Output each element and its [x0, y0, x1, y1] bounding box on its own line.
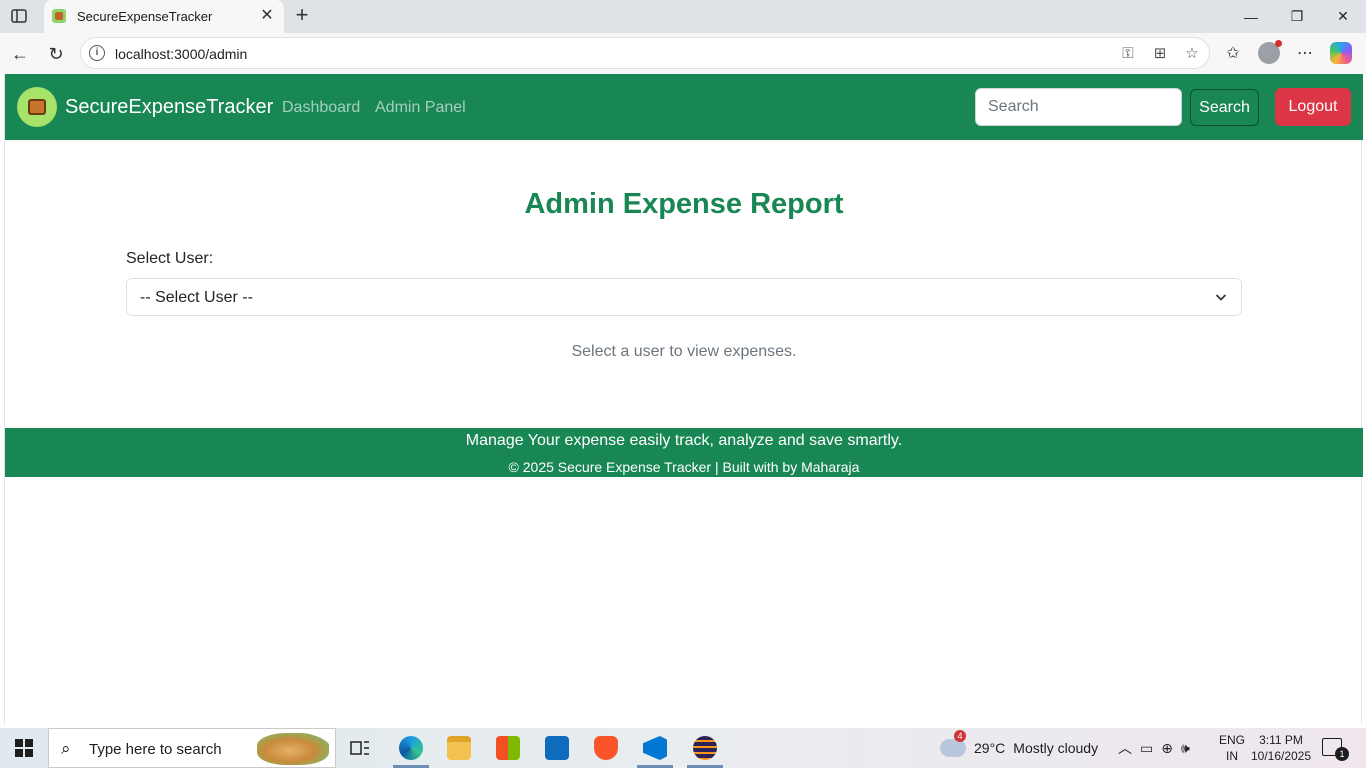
task-view-icon[interactable] [336, 728, 384, 768]
minimize-icon[interactable]: — [1228, 0, 1274, 33]
weather-badge: 4 [954, 730, 966, 742]
start-button[interactable] [0, 728, 48, 768]
back-icon[interactable]: ← [8, 42, 32, 66]
url-text[interactable]: localhost:3000/admin [115, 46, 247, 62]
weather-condition: Mostly cloudy [1013, 740, 1099, 756]
microsoft-store-icon[interactable] [484, 728, 532, 768]
app-navbar: SecureExpenseTracker Dashboard Admin Pan… [5, 74, 1363, 140]
favorites-icon[interactable]: ✩ [1222, 42, 1244, 64]
vscode-icon[interactable] [631, 728, 679, 768]
brave-browser-icon[interactable] [582, 728, 630, 768]
region-code: IN [1226, 749, 1238, 763]
file-explorer-icon[interactable] [435, 728, 483, 768]
taskbar: ⌕ Type here to search 4 29°C Mostly clou… [0, 728, 1366, 768]
more-menu-icon[interactable]: ⋯ [1294, 42, 1316, 64]
restore-icon[interactable]: ❐ [1274, 0, 1320, 33]
weather-widget[interactable]: 4 29°C Mostly cloudy [940, 728, 1098, 768]
page-viewport: SecureExpenseTracker Dashboard Admin Pan… [4, 74, 1363, 724]
brand-logo-icon[interactable] [17, 87, 57, 127]
windows-logo-icon [15, 739, 33, 757]
language-code: ENG [1219, 733, 1246, 747]
chevron-down-icon [1215, 294, 1227, 301]
logout-button[interactable]: Logout [1275, 88, 1351, 126]
nav-link-dashboard[interactable]: Dashboard [282, 99, 360, 117]
page-title: Admin Expense Report [524, 188, 844, 220]
edge-browser-icon[interactable] [387, 728, 435, 768]
user-select[interactable]: -- Select User -- [126, 278, 1242, 316]
search-button[interactable]: Search [1190, 89, 1259, 126]
close-tab-icon[interactable]: ✕ [258, 7, 276, 25]
close-window-icon[interactable]: ✕ [1320, 0, 1366, 33]
address-bar[interactable]: i localhost:3000/admin ⚿ ⊞ ☆ [80, 37, 1210, 69]
eclipse-icon[interactable] [681, 728, 729, 768]
search-input[interactable] [975, 88, 1182, 126]
browser-tab-strip: SecureExpenseTracker ✕ + — ❐ ✕ [0, 0, 1366, 33]
profile-avatar[interactable] [1258, 40, 1282, 64]
app-footer: Manage Your expense easily track, analyz… [5, 428, 1363, 477]
new-tab-icon[interactable]: + [291, 4, 313, 27]
clock-date: 10/16/2025 [1250, 749, 1312, 763]
nav-link-admin-panel[interactable]: Admin Panel [375, 99, 466, 117]
taskbar-search-text: Type here to search [89, 741, 222, 758]
favorite-star-icon[interactable]: ☆ [1183, 44, 1201, 62]
language-indicator[interactable]: ENG IN [1219, 732, 1245, 764]
copilot-icon[interactable] [1330, 42, 1352, 64]
system-tray: ︿ ▭ ⊕ 🕪 [1118, 728, 1190, 768]
sidebar-toggle-icon[interactable] [8, 6, 30, 26]
taskbar-search[interactable]: ⌕ Type here to search [48, 728, 336, 768]
key-icon[interactable]: ⚿ [1119, 44, 1137, 62]
select-user-label: Select User: [126, 250, 214, 267]
user-select-value: -- Select User -- [140, 289, 253, 306]
tab-title: SecureExpenseTracker [77, 9, 213, 24]
browser-toolbar: ← ↻ i localhost:3000/admin ⚿ ⊞ ☆ ✩ ⋯ [0, 33, 1366, 74]
clock-time: 3:11 PM [1259, 733, 1303, 747]
footer-tagline: Manage Your expense easily track, analyz… [465, 432, 903, 449]
apps-icon[interactable]: ⊞ [1151, 44, 1169, 62]
network-globe-icon[interactable]: ⊕ [1161, 740, 1173, 757]
footer-copyright: © 2025 Secure Expense Tracker | Built wi… [508, 459, 860, 475]
volume-icon[interactable]: 🕪 [1181, 740, 1190, 757]
search-highlight-image [257, 733, 329, 765]
clock[interactable]: 3:11 PM 10/16/2025 [1250, 732, 1312, 764]
browser-tab[interactable]: SecureExpenseTracker ✕ [44, 0, 284, 33]
brand-name[interactable]: SecureExpenseTracker [65, 96, 273, 119]
notification-icon[interactable]: 1 [1322, 738, 1349, 761]
notification-count: 1 [1335, 747, 1349, 761]
site-info-icon[interactable]: i [89, 45, 105, 61]
reload-icon[interactable]: ↻ [44, 42, 68, 66]
empty-state-message: Select a user to view expenses. [571, 343, 797, 360]
search-icon: ⌕ [61, 739, 71, 758]
temperature: 29°C [974, 740, 1006, 756]
favicon-icon [52, 9, 66, 23]
cloud-icon: 4 [940, 730, 966, 757]
battery-icon[interactable]: ▭ [1140, 740, 1153, 757]
window-controls: — ❐ ✕ [1228, 0, 1366, 33]
chevron-up-icon[interactable]: ︿ [1118, 738, 1132, 758]
outlook-icon[interactable] [533, 728, 581, 768]
